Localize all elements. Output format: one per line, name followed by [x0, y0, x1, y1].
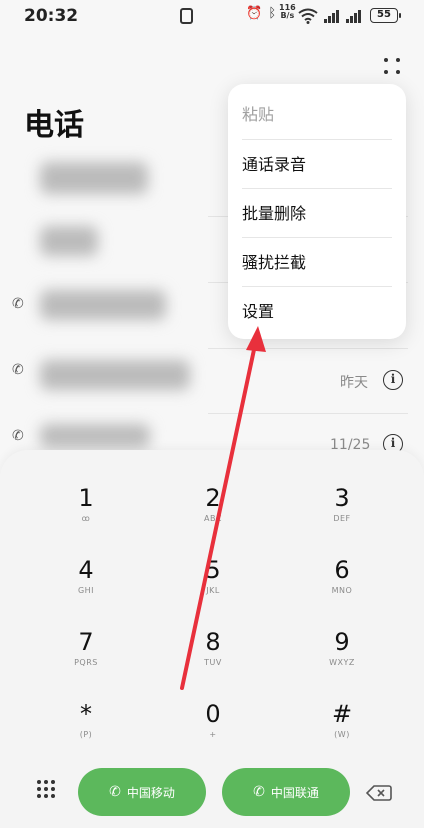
- key-digit: *: [80, 700, 92, 728]
- key-letters: DEF: [333, 514, 351, 523]
- key-digit: #: [331, 700, 353, 728]
- key-digit: 7: [78, 628, 94, 656]
- key-letters: WXYZ: [329, 658, 355, 667]
- call-button-sim2[interactable]: ✆ 中国联通: [222, 768, 350, 816]
- key-letters: +: [209, 730, 217, 739]
- nfc-icon: [180, 8, 193, 24]
- signal-icon-1: [324, 10, 339, 23]
- key-digit: 0: [205, 700, 221, 728]
- key-letters: TUV: [204, 658, 222, 667]
- dial-key-1[interactable]: 1 ꝏ: [36, 484, 136, 546]
- overflow-menu: 粘贴 通话录音 批量删除 骚扰拦截 设置: [228, 84, 406, 339]
- key-digit: 5: [205, 556, 221, 584]
- row-divider: [208, 348, 408, 349]
- phone-sim1-icon: ✆: [109, 784, 121, 800]
- status-bar: 20:32 ⏰ ᛒ 116 B/s 55: [0, 0, 424, 34]
- call-type-icon: ✆: [12, 428, 24, 444]
- row-divider: [208, 413, 408, 414]
- dial-key-5[interactable]: 5 JKL: [163, 556, 263, 618]
- dial-key-star[interactable]: * (P): [36, 700, 136, 762]
- key-letters: JKL: [206, 586, 220, 595]
- key-letters: (W): [334, 730, 350, 739]
- dial-key-9[interactable]: 9 WXYZ: [292, 628, 392, 690]
- phone-sim2-icon: ✆: [253, 784, 265, 800]
- key-digit: 4: [78, 556, 94, 584]
- wifi-icon: [298, 8, 318, 24]
- key-digit: 8: [205, 628, 221, 656]
- call-button-label: 中国移动: [126, 785, 175, 800]
- menu-item-batch-delete[interactable]: 批量删除: [242, 189, 392, 238]
- network-speed: 116 B/s: [279, 3, 296, 20]
- blurred-contact-3[interactable]: [40, 290, 166, 320]
- blurred-contact-1[interactable]: [40, 162, 148, 194]
- menu-item-block-harassment[interactable]: 骚扰拦截: [242, 238, 392, 287]
- menu-item-paste[interactable]: 粘贴: [242, 90, 392, 139]
- alarm-bluetooth-icons: ⏰ ᛒ: [246, 6, 278, 21]
- voicemail-icon: ꝏ: [81, 514, 91, 523]
- dialpad-toggle-icon[interactable]: [37, 780, 57, 802]
- blurred-contact-5[interactable]: [40, 424, 150, 448]
- page-title: 电话: [24, 108, 84, 143]
- dial-key-4[interactable]: 4 GHI: [36, 556, 136, 618]
- call-button-label: 中国联通: [270, 785, 319, 800]
- dial-key-0[interactable]: 0 +: [163, 700, 263, 762]
- key-digit: 3: [334, 484, 350, 512]
- blurred-contact-2[interactable]: [40, 226, 98, 256]
- call-button-sim1[interactable]: ✆ 中国移动: [78, 768, 206, 816]
- key-letters: PQRS: [74, 658, 98, 667]
- call-type-icon: ✆: [12, 296, 24, 312]
- call-type-icon: ✆: [12, 362, 24, 378]
- more-options-icon[interactable]: [382, 56, 402, 76]
- signal-icon-2: [346, 10, 361, 23]
- key-digit: 6: [334, 556, 350, 584]
- key-letters: MNO: [331, 586, 353, 595]
- dial-key-hash[interactable]: # (W): [292, 700, 392, 762]
- battery-indicator: 55: [370, 8, 401, 23]
- menu-item-call-recording[interactable]: 通话录音: [242, 140, 392, 189]
- menu-item-settings[interactable]: 设置: [242, 287, 392, 336]
- dial-key-8[interactable]: 8 TUV: [163, 628, 263, 690]
- blurred-contact-4[interactable]: [40, 360, 190, 390]
- key-digit: 1: [78, 484, 94, 512]
- backspace-icon[interactable]: [365, 784, 392, 802]
- key-letters: ABC: [204, 514, 222, 523]
- key-digit: 2: [205, 484, 221, 512]
- key-letters: GHI: [77, 586, 95, 595]
- info-icon[interactable]: i: [383, 370, 403, 390]
- dial-key-6[interactable]: 6 MNO: [292, 556, 392, 618]
- status-time: 20:32: [24, 6, 79, 26]
- key-letters: (P): [79, 730, 93, 739]
- call-date: 昨天: [340, 375, 368, 391]
- key-digit: 9: [334, 628, 350, 656]
- dial-key-2[interactable]: 2 ABC: [163, 484, 263, 546]
- dial-key-7[interactable]: 7 PQRS: [36, 628, 136, 690]
- dial-key-3[interactable]: 3 DEF: [292, 484, 392, 546]
